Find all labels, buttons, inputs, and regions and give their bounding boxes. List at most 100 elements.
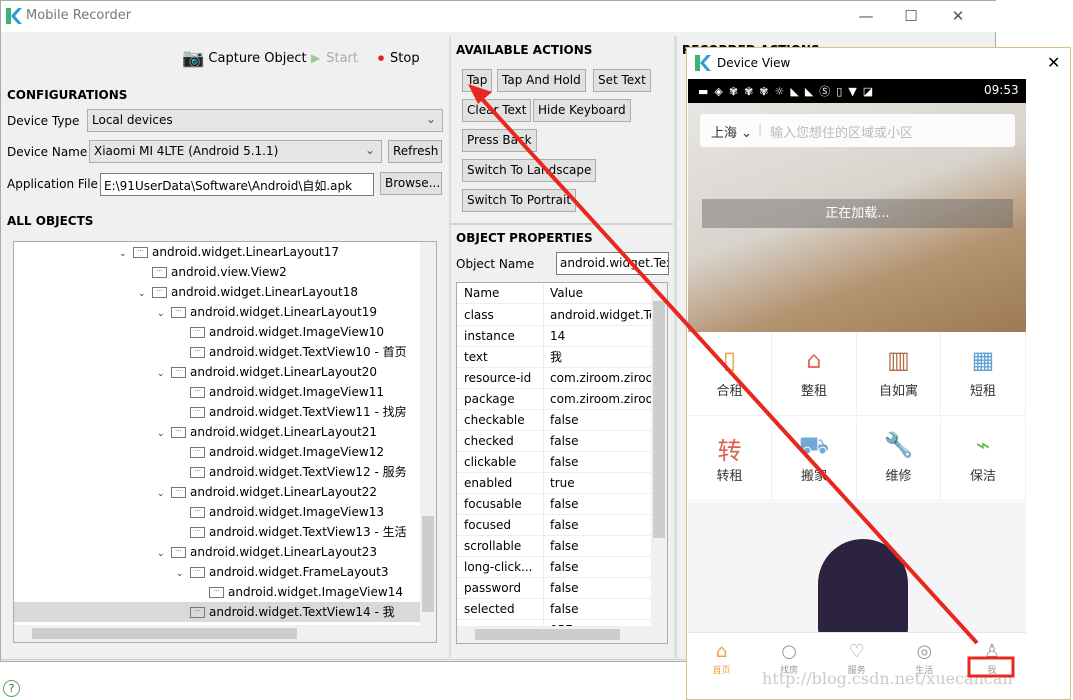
property-row[interactable]: focused false (457, 515, 652, 536)
help-icon[interactable]: ? (3, 680, 20, 697)
property-row[interactable]: scrollable false (457, 536, 652, 557)
property-row[interactable]: resource-id com.ziroom.ziroo. (457, 368, 657, 389)
property-row[interactable]: text 我 (457, 347, 652, 368)
property-row[interactable]: checked false (457, 431, 652, 452)
node-icon: ··· (190, 607, 205, 618)
property-row[interactable]: instance 14 (457, 326, 652, 347)
chevron-down-icon[interactable]: ⌄ (157, 304, 171, 324)
object-name-input[interactable]: android.widget.TextView14 (556, 252, 669, 275)
application-file-input[interactable]: E:\91UserData\Software\Android\自如.apk (100, 173, 374, 196)
service-item[interactable]: 转转租 (688, 417, 772, 501)
action-button[interactable]: Clear Text (462, 99, 532, 122)
stop-button[interactable]: ⏺ Stop (378, 46, 420, 70)
column-header-value: Value (543, 283, 583, 304)
minimize-button[interactable]: — (856, 7, 876, 25)
tree-node[interactable]: ⌄ ··· android.widget.LinearLayout23 (14, 542, 422, 562)
object-tree[interactable]: ··· android.widget.TextView14 - 我 ··· andro… (13, 241, 437, 643)
node-icon: ··· (171, 307, 186, 318)
tree-node[interactable]: ⌄ ··· android.widget.LinearLayout18 (14, 282, 422, 302)
tree-node[interactable]: ··· android.widget.TextView11 - 找房 (14, 402, 422, 422)
service-item[interactable]: 🔧 维修 (857, 417, 941, 501)
device-screen[interactable]: ▬◈✾✾✾☼◣◣Ⓢ▯▼◪ 09:53 上海 ⌄ | 输入您想住的区域或小区 正在… (688, 79, 1026, 687)
action-button[interactable]: Switch To Landscape (462, 159, 597, 182)
device-name-select[interactable]: Xiaomi MI 4LTE (Android 5.1.1) ⌄ (89, 140, 382, 163)
properties-horizontal-scrollbar[interactable] (457, 626, 667, 643)
tree-node[interactable]: ··· android.widget.ImageView12 (14, 442, 422, 462)
tree-node[interactable]: ⌄ ··· android.widget.LinearLayout21 (14, 422, 422, 442)
tab-home[interactable]: ⌂ 首页 (688, 641, 755, 676)
tree-node[interactable]: ··· android.widget.TextView10 - 首页 (14, 342, 422, 362)
search-input[interactable]: 输入您想住的区域或小区 (770, 122, 913, 141)
service-item[interactable]: ▥ 自如寓 (857, 332, 941, 416)
chevron-down-icon[interactable]: ⌄ (157, 544, 171, 564)
property-row[interactable]: class android.widget.Te (457, 305, 656, 326)
maximize-button[interactable]: ☐ (901, 7, 921, 25)
property-row[interactable]: long-click... false (457, 557, 652, 578)
city-selector[interactable]: 上海 ⌄ (711, 122, 752, 141)
node-icon: ··· (133, 247, 148, 258)
tree-node[interactable]: ··· android.widget.TextView14 - 我 (14, 602, 422, 622)
chevron-down-icon[interactable]: ⌄ (157, 424, 171, 444)
refresh-button[interactable]: Refresh (388, 140, 442, 163)
property-row[interactable]: focusable false (457, 494, 652, 515)
tree-node[interactable]: ⌄ ··· android.widget.LinearLayout17 (14, 242, 422, 262)
property-name: password (464, 581, 521, 595)
tree-node[interactable]: ··· android.widget.ImageView14 (14, 582, 422, 602)
action-button[interactable]: Switch To Portrait (462, 189, 577, 212)
tree-node-label: android.widget.ImageView12 (209, 445, 384, 459)
splitter[interactable] (674, 36, 677, 658)
banner-image[interactable]: 上海 ⌄ | 输入您想住的区域或小区 正在加载... (688, 103, 1026, 332)
property-row[interactable]: package com.ziroom.ziroo. (457, 389, 657, 410)
capture-object-button[interactable]: 📷 Capture Object (182, 46, 307, 70)
property-value: false (543, 410, 579, 431)
calendar-icon: ▦ (971, 346, 995, 374)
service-item[interactable]: ⛟ 搬家 (772, 417, 857, 501)
chevron-down-icon[interactable]: ⌄ (157, 484, 171, 504)
splitter[interactable] (449, 36, 451, 658)
tree-node[interactable]: ⌄ ··· android.widget.FrameLayout3 (14, 562, 422, 582)
action-button[interactable]: Tap (462, 69, 493, 92)
start-button[interactable]: ▶ Start (311, 46, 358, 70)
chevron-down-icon[interactable]: ⌄ (176, 564, 190, 584)
search-bar[interactable]: 上海 ⌄ | 输入您想住的区域或小区 (700, 114, 1015, 147)
tree-node[interactable]: ··· android.widget.TextView13 - 生活 (14, 522, 422, 542)
service-item[interactable]: ⌁ 保洁 (941, 417, 1026, 501)
chevron-down-icon[interactable]: ⌄ (138, 284, 152, 304)
service-item[interactable]: ▦ 短租 (941, 332, 1026, 416)
close-button[interactable]: ✕ (948, 7, 968, 25)
property-row[interactable]: clickable false (457, 452, 652, 473)
property-name: package (464, 392, 515, 406)
chevron-down-icon[interactable]: ⌄ (119, 244, 133, 264)
property-row[interactable]: selected false (457, 599, 652, 620)
tree-horizontal-scrollbar[interactable] (14, 625, 436, 642)
tree-node[interactable]: ··· android.widget.ImageView10 (14, 322, 422, 342)
tree-node[interactable]: ⌄ ··· android.widget.LinearLayout19 (14, 302, 422, 322)
device-view-close-button[interactable]: ✕ (1047, 53, 1060, 72)
chevron-down-icon[interactable]: ⌄ (157, 364, 171, 384)
action-button[interactable]: Set Text (593, 69, 651, 92)
device-type-select[interactable]: Local devices ⌄ (87, 109, 443, 132)
tree-node[interactable]: ⌄ ··· android.widget.LinearLayout22 (14, 482, 422, 502)
property-row[interactable]: enabled true (457, 473, 652, 494)
building-icon: ▥ (887, 346, 910, 374)
transfer-icon: 转 (717, 437, 742, 465)
browse-button[interactable]: Browse... (380, 172, 442, 195)
tree-node[interactable]: ⌄ ··· android.widget.LinearLayout20 (14, 362, 422, 382)
tree-vertical-scrollbar[interactable] (420, 242, 436, 626)
tree-node[interactable]: ··· android.widget.TextView12 - 服务 (14, 462, 422, 482)
tree-node[interactable]: ··· android.view.View2 (14, 262, 422, 282)
tree-node[interactable]: ··· android.widget.ImageView11 (14, 382, 422, 402)
tab-label: 首页 (712, 666, 731, 676)
properties-table: NameValue x957selectedfalsepasswordfalse… (456, 282, 668, 644)
property-name: instance (464, 329, 515, 343)
action-button[interactable]: Hide Keyboard (533, 99, 631, 122)
properties-vertical-scrollbar[interactable] (651, 283, 667, 628)
service-item[interactable]: ⌂ 整租 (772, 332, 857, 416)
action-button[interactable]: Press Back (462, 129, 537, 152)
tree-node[interactable]: ··· android.widget.ImageView13 (14, 502, 422, 522)
property-row[interactable]: checkable false (457, 410, 652, 431)
property-row[interactable]: password false (457, 578, 652, 599)
service-item[interactable]: ▯ 合租 (688, 332, 772, 416)
compass-icon: ◎ (916, 641, 933, 662)
action-button[interactable]: Tap And Hold (497, 69, 586, 92)
